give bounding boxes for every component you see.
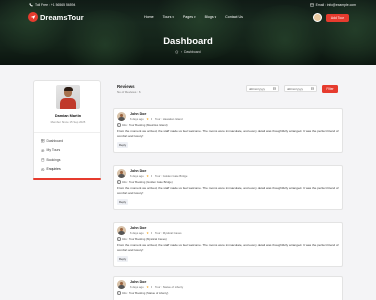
sidebar-item-enquiries[interactable]: Enquiries <box>34 165 100 175</box>
page-title: Dashboard <box>163 36 213 47</box>
review-time: 6 days ago <box>130 174 144 178</box>
nav-item-blogs[interactable]: Blogs ▾ <box>205 15 217 19</box>
review-card: John Doe 6 days ago ★ Tour : Mystical Ca… <box>113 222 343 267</box>
user-avatar-button[interactable] <box>313 13 322 22</box>
reply-button[interactable]: Reply <box>117 142 129 148</box>
review-info: i Info : Tour Booking (Golden Gate Bridg… <box>117 180 173 184</box>
info-icon: i <box>117 237 121 241</box>
phone-info: Toll Free : +1 56565 56594 <box>29 3 75 7</box>
sidebar-item-my-tours[interactable]: My Tours <box>34 146 100 156</box>
review-meta: 6 days ago ★ Tour : Mystical Caves <box>130 231 182 235</box>
nav-item-pages[interactable]: Pages ▾ <box>183 15 196 19</box>
sidebar-item-dashboard[interactable]: Dashboard <box>34 136 100 146</box>
info-icon: i <box>117 123 121 127</box>
enquiries-icon <box>41 167 45 171</box>
calendar-icon <box>273 87 276 90</box>
logo-plane-icon <box>28 12 38 22</box>
profile-sidebar: Damian Martin Member Since 15 Sep 2025 D… <box>33 80 101 180</box>
bookings-icon <box>41 158 45 162</box>
profile-header: Damian Martin Member Since 15 Sep 2025 <box>34 81 100 133</box>
sidebar-item-bookings[interactable]: Bookings <box>34 155 100 165</box>
dashboard-icon <box>41 139 45 143</box>
date-from-input[interactable]: dd/mm/yyyy <box>246 85 279 92</box>
filter-button[interactable]: Filter <box>322 84 338 93</box>
topbar: Toll Free : +1 56565 56594 Email : info@… <box>0 0 376 9</box>
reviewer-name: John Doe <box>130 169 147 173</box>
nav-item-home[interactable]: Home <box>144 15 154 19</box>
review-time: 6 days ago <box>130 117 144 121</box>
nav-item-tours[interactable]: Tours ▾ <box>163 15 174 19</box>
chevron-down-icon: ▾ <box>194 15 196 19</box>
breadcrumb: › Dashboard <box>0 50 376 54</box>
reviews-header: Reviews No of Reviews : 6 dd/mm/yyyy dd/… <box>110 80 346 102</box>
review-meta: 6 days ago ★ Tour : Statue of Liberty <box>130 285 183 289</box>
reviewer-avatar <box>117 226 126 235</box>
reviews-count: No of Reviews : 6 <box>117 89 141 94</box>
chevron-down-icon: ▾ <box>172 15 174 19</box>
sidebar-menu: Dashboard My Tours Bookings Enquiries <box>34 133 100 174</box>
email-info[interactable]: Email : info@example.com <box>309 2 356 7</box>
tours-icon <box>41 148 45 152</box>
review-card: John Doe 6 days ago ★ Tour : Statue of L… <box>113 276 343 300</box>
calendar-icon <box>311 87 314 90</box>
reply-button[interactable]: Reply <box>117 199 129 205</box>
logo[interactable]: DreamsTour <box>28 12 84 22</box>
review-time: 6 days ago <box>130 231 144 235</box>
review-tour: Tour : Statue of Liberty <box>154 285 184 289</box>
nav-item-contact[interactable]: Contact Us <box>225 15 243 19</box>
review-time: 6 days ago <box>130 285 144 289</box>
member-since: Member Since 15 Sep 2025 <box>50 120 86 124</box>
profile-avatar <box>56 85 80 109</box>
review-meta: 6 days ago ★ Tour : Hawaiian Island <box>130 117 183 121</box>
add-tour-button[interactable]: Add Tour <box>326 13 349 22</box>
rating-stars: ★ <box>146 174 149 178</box>
reviews-title: Reviews <box>117 84 135 89</box>
reviewer-avatar <box>117 112 126 121</box>
brand-name: DreamsTour <box>40 12 84 22</box>
chevron-down-icon: ▾ <box>214 15 217 19</box>
review-card: John Doe 6 days ago ★ Tour : Golden Gate… <box>113 165 343 210</box>
main-nav: DreamsTour Home Tours ▾ Pages ▾ Blogs ▾ Con… <box>0 10 376 25</box>
info-icon: i <box>117 180 121 184</box>
review-text: From the moment we arrived, the staff ma… <box>117 185 339 196</box>
review-meta: 6 days ago ★ Tour : Golden Gate Bridge <box>130 174 187 178</box>
date-to-input[interactable]: dd/mm/yyyy <box>284 85 317 92</box>
reviewer-name: John Doe <box>130 280 147 284</box>
review-info: i Info : Tour Booking (Mauritius Island) <box>117 123 168 127</box>
review-tour: Tour : Hawaiian Island <box>154 117 183 121</box>
phone-icon <box>29 2 33 6</box>
review-text: From the moment we arrived, the staff ma… <box>117 128 339 139</box>
reviewer-avatar <box>117 169 126 178</box>
review-info: i Info : Tour Booking (Statue of Liberty… <box>117 291 169 295</box>
mail-icon <box>309 3 314 6</box>
reviewer-name: John Doe <box>130 226 147 230</box>
reviewer-avatar <box>117 280 126 289</box>
breadcrumb-current: Dashboard <box>184 50 201 54</box>
review-tour: Tour : Golden Gate Bridge <box>154 174 188 178</box>
rating-stars: ★ <box>146 117 149 121</box>
nav-menu: Home Tours ▾ Pages ▾ Blogs ▾ Contact Us <box>144 15 243 19</box>
email-text: Email : info@example.com <box>315 2 356 7</box>
profile-name: Damian Martin <box>54 114 82 118</box>
info-icon: i <box>117 291 121 295</box>
breadcrumb-separator: › <box>180 50 183 54</box>
reply-button[interactable]: Reply <box>117 256 129 262</box>
reviewer-name: John Doe <box>130 112 147 116</box>
phone-text: Toll Free : +1 56565 56594 <box>35 2 76 7</box>
rating-stars: ★ <box>146 285 149 289</box>
rating-stars: ★ <box>146 231 149 235</box>
review-tour: Tour : Mystical Caves <box>154 231 182 235</box>
home-icon[interactable] <box>175 50 179 54</box>
review-info: i Info : Tour Booking (Mystical Caves) <box>117 237 167 241</box>
review-text: From the moment we arrived, the staff ma… <box>117 242 339 253</box>
sidebar-active-indicator <box>33 178 101 180</box>
review-card: John Doe 6 days ago ★ Tour : Hawaiian Is… <box>113 108 343 153</box>
